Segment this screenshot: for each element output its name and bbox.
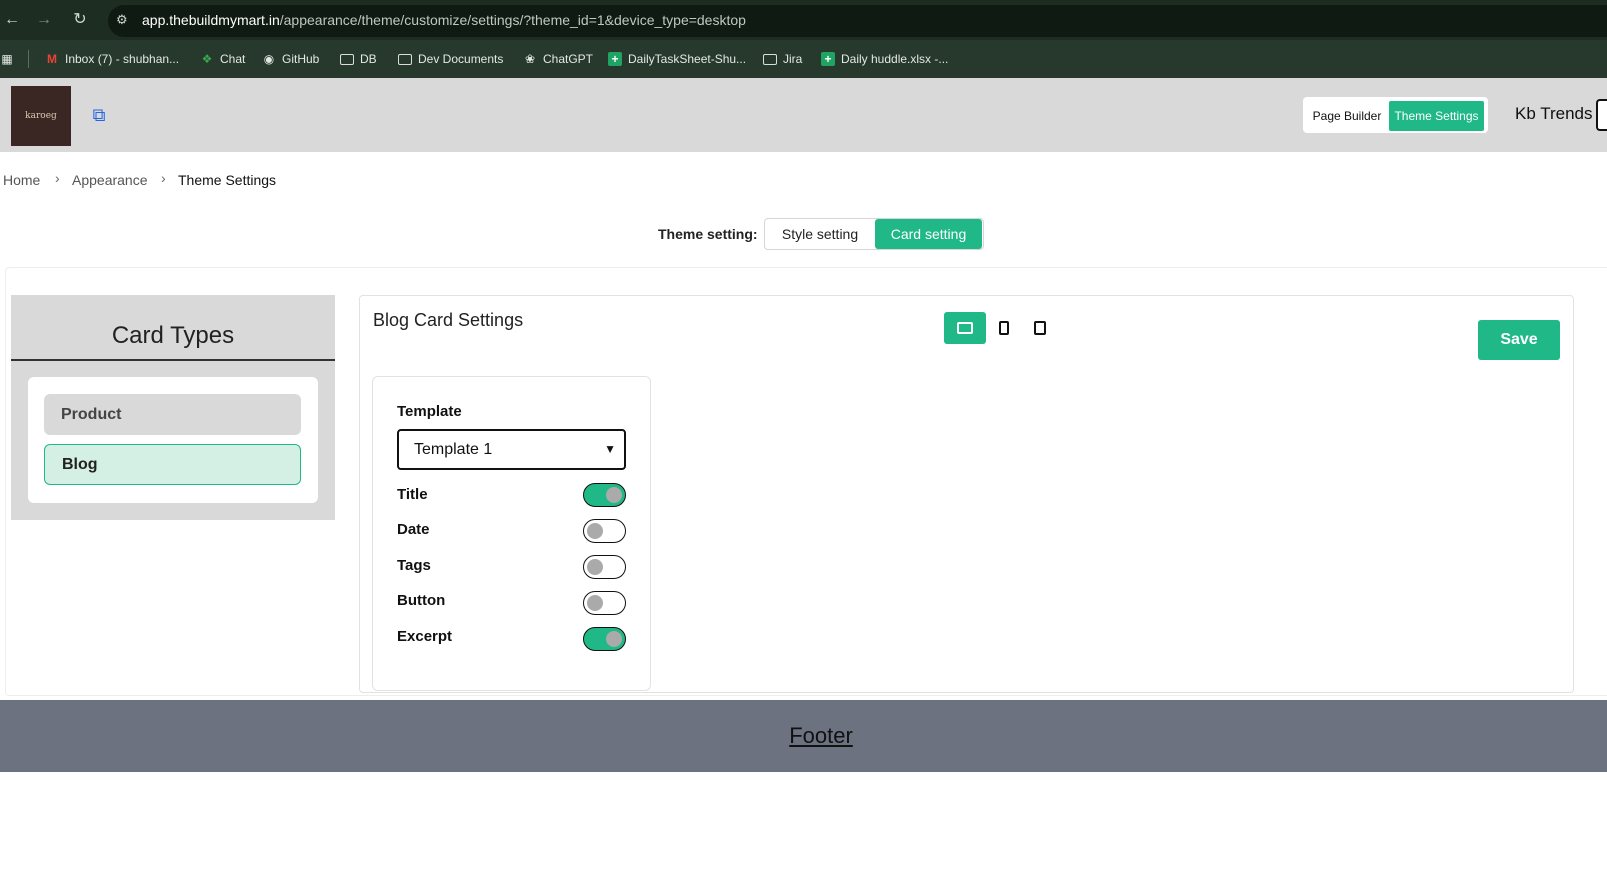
- bookmark-label: Jira: [783, 52, 803, 66]
- toggle-title[interactable]: [583, 483, 626, 507]
- option-label-button: Button: [397, 592, 446, 609]
- card-type-product[interactable]: Product: [44, 394, 301, 435]
- site-settings-icon[interactable]: ⚙: [116, 12, 132, 28]
- bookmark-label: Dev Documents: [418, 52, 504, 66]
- external-link-icon[interactable]: ⧉: [88, 104, 110, 126]
- card-setting-tab[interactable]: Card setting: [875, 219, 982, 249]
- bookmark-github[interactable]: ◉ GitHub: [262, 50, 320, 68]
- bookmark-label: DB: [360, 52, 377, 66]
- option-label-date: Date: [397, 521, 430, 538]
- mobile-icon[interactable]: [1028, 312, 1052, 344]
- breadcrumb-home[interactable]: Home: [3, 172, 40, 188]
- github-icon: ◉: [263, 52, 275, 66]
- bookmarks-divider: [28, 50, 29, 68]
- chevron-down-icon: ▼: [604, 442, 616, 456]
- theme-setting-label: Theme setting:: [658, 226, 758, 242]
- bookmark-daily-task-sheet[interactable]: + DailyTaskSheet-Shu...: [608, 50, 746, 68]
- sheets-icon: +: [608, 52, 622, 66]
- chatgpt-icon: ❀: [524, 52, 536, 66]
- bookmark-label: GitHub: [282, 52, 320, 66]
- reload-icon[interactable]: ↻: [70, 10, 90, 30]
- footer-link[interactable]: Footer: [0, 723, 1607, 749]
- page-builder-button[interactable]: Page Builder: [1307, 101, 1387, 131]
- bookmark-daily-huddle[interactable]: + Daily huddle.xlsx -...: [821, 50, 948, 68]
- option-label-tags: Tags: [397, 557, 431, 574]
- apps-grid-icon[interactable]: ▦: [0, 50, 14, 68]
- store-logo[interactable]: karoeg: [11, 86, 71, 146]
- logo-text: karoeg: [25, 111, 57, 121]
- template-select-value: Template 1: [414, 441, 493, 458]
- folder-icon: [340, 53, 354, 65]
- template-select[interactable]: Template 1 ▼: [397, 429, 626, 470]
- bookmark-label: DailyTaskSheet-Shu...: [628, 52, 747, 66]
- toggle-knob: [606, 487, 622, 503]
- bookmark-label: ChatGPT: [543, 52, 594, 66]
- toggle-knob: [606, 631, 622, 647]
- chevron-right-icon: ›: [161, 170, 166, 186]
- bookmark-db[interactable]: DB: [340, 50, 377, 68]
- folder-icon: [398, 53, 412, 65]
- bookmark-dev-documents[interactable]: Dev Documents: [398, 50, 503, 68]
- toggle-knob: [587, 523, 603, 539]
- bookmark-inbox[interactable]: M Inbox (7) - shubhan...: [45, 50, 179, 68]
- bookmark-label: Daily huddle.xlsx -...: [841, 52, 949, 66]
- toggle-button[interactable]: [583, 591, 626, 615]
- bookmark-label: Chat: [220, 52, 246, 66]
- bookmark-label: Inbox (7) - shubhan...: [65, 52, 180, 66]
- tablet-icon[interactable]: [992, 312, 1016, 344]
- option-label-excerpt: Excerpt: [397, 628, 453, 645]
- style-setting-tab[interactable]: Style setting: [766, 219, 874, 249]
- toggle-excerpt[interactable]: [583, 627, 626, 651]
- theme-settings-button[interactable]: Theme Settings: [1389, 101, 1484, 131]
- option-label-title: Title: [397, 486, 428, 503]
- toggle-date[interactable]: [583, 519, 626, 543]
- sheets-icon: +: [821, 52, 835, 66]
- card-types-divider: [11, 359, 335, 361]
- store-switcher-edge[interactable]: [1596, 99, 1607, 131]
- bookmark-chat[interactable]: ❖ Chat: [200, 50, 246, 68]
- desktop-icon[interactable]: [944, 312, 986, 344]
- panel-title: Blog Card Settings: [373, 310, 524, 330]
- toggle-tags[interactable]: [583, 555, 626, 579]
- bookmark-chatgpt[interactable]: ❀ ChatGPT: [523, 50, 593, 68]
- card-type-blog[interactable]: Blog: [44, 444, 301, 485]
- toggle-knob: [587, 559, 603, 575]
- store-name[interactable]: Kb Trends: [1515, 104, 1593, 124]
- chat-icon: ❖: [201, 52, 213, 66]
- template-label: Template: [397, 403, 462, 420]
- save-button[interactable]: Save: [1478, 320, 1560, 360]
- forward-arrow-icon[interactable]: →: [34, 10, 54, 30]
- breadcrumb-appearance[interactable]: Appearance: [72, 172, 148, 188]
- folder-icon: [763, 53, 777, 65]
- card-types-title: Card Types: [111, 322, 235, 349]
- breadcrumb-theme-settings: Theme Settings: [178, 172, 277, 188]
- url-host: app.thebuildmymart.in: [142, 12, 280, 28]
- chevron-right-icon: ›: [55, 170, 60, 186]
- back-arrow-icon[interactable]: ←: [2, 10, 22, 30]
- toggle-knob: [587, 595, 603, 611]
- url-path: /appearance/theme/customize/settings/?th…: [279, 12, 746, 28]
- address-text[interactable]: app.thebuildmymart.in/appearance/theme/c…: [142, 12, 746, 28]
- gmail-icon: M: [47, 52, 57, 66]
- bookmark-jira[interactable]: Jira: [763, 50, 802, 68]
